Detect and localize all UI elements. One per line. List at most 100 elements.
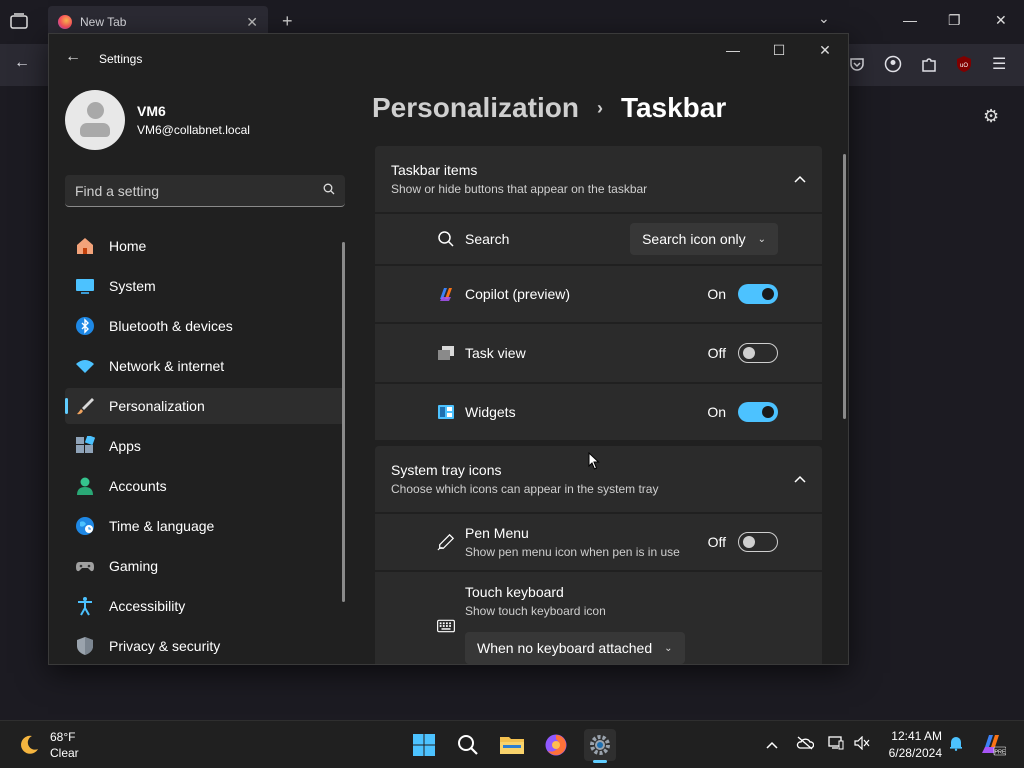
browser-minimize-button[interactable]: — [903,12,917,28]
settings-maximize-button[interactable]: ☐ [759,42,799,62]
touch-keyboard-dropdown[interactable]: When no keyboard attached ⌄ [465,632,685,664]
list-all-tabs-button[interactable]: ⌄ [818,10,830,27]
copilot-setting-row: Copilot (preview) On [375,266,822,322]
section-subtitle: Show or hide buttons that appear on the … [391,182,648,196]
user-profile[interactable]: VM6 VM6@collabnet.local [65,90,250,150]
notification-bell-icon[interactable] [949,735,963,754]
settings-taskbar-button[interactable] [584,729,616,763]
nav-item-personalization[interactable]: Personalization [65,388,345,424]
touch-keyboard-description: Show touch keyboard icon [465,604,606,618]
find-setting-search-box[interactable] [65,175,345,207]
nav-item-gaming[interactable]: Gaming [65,548,345,584]
settings-close-button[interactable]: ✕ [805,42,845,62]
task-view-icon [437,344,455,362]
nav-item-bluetooth[interactable]: Bluetooth & devices [65,308,345,344]
widgets-toggle[interactable] [738,402,778,422]
onedrive-offline-icon[interactable] [796,736,815,753]
account-icon[interactable] [884,55,902,73]
pocket-icon[interactable] [849,56,865,72]
gamepad-icon [75,556,95,576]
browser-tab-title: New Tab [80,15,127,29]
chevron-up-icon[interactable] [794,172,806,186]
widgets-state-text: On [707,404,726,420]
taskbar-items-section-header[interactable]: Taskbar items Show or hide buttons that … [375,146,822,212]
copilot-pre-icon[interactable]: PRE [980,732,1007,759]
touch-keyboard-label: Touch keyboard [465,584,564,600]
search-input[interactable] [75,182,323,199]
newtab-settings-gear-icon[interactable]: ⚙ [983,106,999,127]
breadcrumb: Personalization › Taskbar [372,92,726,124]
task-view-setting-row: Task view Off [375,324,822,382]
windows-logo-icon [413,734,435,756]
file-explorer-button[interactable] [496,729,528,761]
task-view-state-text: Off [707,345,726,361]
tab-list-icon[interactable] [10,13,28,29]
firefox-favicon-icon [58,15,72,29]
copilot-toggle[interactable] [738,284,778,304]
settings-back-arrow-icon[interactable]: ← [65,48,81,66]
search-mode-value: Search icon only [642,231,746,247]
start-button[interactable] [408,729,440,761]
svg-text:uO: uO [960,63,968,69]
ublock-origin-icon[interactable]: uO [956,55,972,73]
settings-minimize-button[interactable]: — [713,42,753,62]
tab-close-icon[interactable]: ✕ [246,14,258,31]
section-subtitle: Choose which icons can appear in the sys… [391,482,659,496]
content-scrollbar[interactable] [843,154,846,419]
nav-item-system[interactable]: System [65,268,345,304]
keyboard-icon [437,617,455,635]
copilot-state-text: On [707,286,726,302]
firefox-taskbar-button[interactable] [540,729,572,761]
browser-close-button[interactable]: ✕ [995,12,1007,29]
nav-item-accounts[interactable]: Accounts [65,468,345,504]
widgets-setting-row: Widgets On [375,384,822,440]
taskbar-search-button[interactable] [452,729,484,761]
firefox-icon [545,734,567,756]
nav-item-label: Accounts [109,478,167,494]
nav-item-label: Apps [109,438,141,454]
network-icon[interactable] [828,736,844,753]
task-view-toggle[interactable] [738,343,778,363]
search-icon [458,735,478,755]
chevron-up-icon[interactable] [794,472,806,486]
search-setting-label: Search [465,231,510,247]
accounts-icon [75,476,95,496]
clock-time: 12:41 AM [891,729,942,743]
search-mode-dropdown[interactable]: Search icon only ⌄ [630,223,778,255]
system-icon [75,276,95,296]
menu-hamburger-icon[interactable]: ☰ [992,54,1006,74]
nav-scrollbar[interactable] [342,242,345,602]
nav-item-time-language[interactable]: Time & language [65,508,345,544]
show-hidden-icons-chevron-icon[interactable] [766,736,778,752]
section-title: Taskbar items [391,162,478,178]
pen-icon [437,533,455,551]
pen-menu-label: Pen Menu [465,525,529,541]
profile-name: VM6 [137,103,166,119]
nav-item-label: Time & language [109,518,215,534]
browser-back-button[interactable]: ← [14,54,30,72]
browser-restore-button[interactable]: ❐ [948,12,961,29]
nav-item-home[interactable]: Home [65,228,345,264]
chevron-down-icon: ⌄ [664,642,673,654]
nav-item-privacy-security[interactable]: Privacy & security [65,628,345,664]
clock-date: 6/28/2024 [888,746,942,760]
system-clock[interactable]: 12:41 AM 6/28/2024 [878,729,942,760]
brush-icon [75,396,95,416]
mouse-cursor-icon [588,452,600,470]
windows-taskbar: 68°F Clear 12:41 AM 6/28/2024 PRE [0,720,1024,768]
nav-item-apps[interactable]: Apps [65,428,345,464]
breadcrumb-parent[interactable]: Personalization [372,92,579,124]
extensions-icon[interactable] [921,55,937,73]
page-title: Taskbar [620,92,727,123]
nav-item-label: Bluetooth & devices [109,318,233,334]
nav-item-network[interactable]: Network & internet [65,348,345,384]
settings-nav: Home System Bluetooth & devices Network … [65,228,345,664]
new-tab-button[interactable]: + [282,11,293,32]
pen-menu-toggle[interactable] [738,532,778,552]
pen-menu-setting-row: Pen Menu Show pen menu icon when pen is … [375,514,822,570]
weather-widget[interactable]: 68°F Clear [18,730,79,760]
nav-item-label: Accessibility [109,598,186,614]
search-icon[interactable] [323,183,335,198]
volume-muted-icon[interactable] [854,735,870,753]
nav-item-accessibility[interactable]: Accessibility [65,588,345,624]
